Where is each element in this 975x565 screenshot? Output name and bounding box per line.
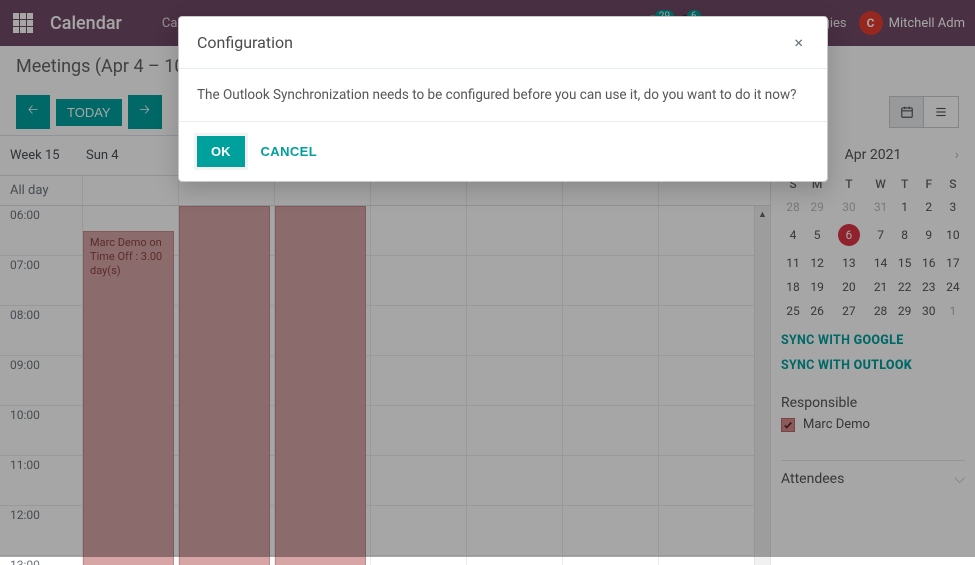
cancel-button[interactable]: CANCEL	[261, 144, 318, 159]
hour-label: 13:00	[0, 556, 82, 565]
modal-title: Configuration	[197, 33, 293, 52]
configuration-modal: Configuration × The Outlook Synchronizat…	[178, 16, 828, 182]
ok-button[interactable]: OK	[197, 136, 245, 167]
modal-body: The Outlook Synchronization needs to be …	[179, 69, 827, 122]
close-icon[interactable]: ×	[788, 31, 809, 54]
